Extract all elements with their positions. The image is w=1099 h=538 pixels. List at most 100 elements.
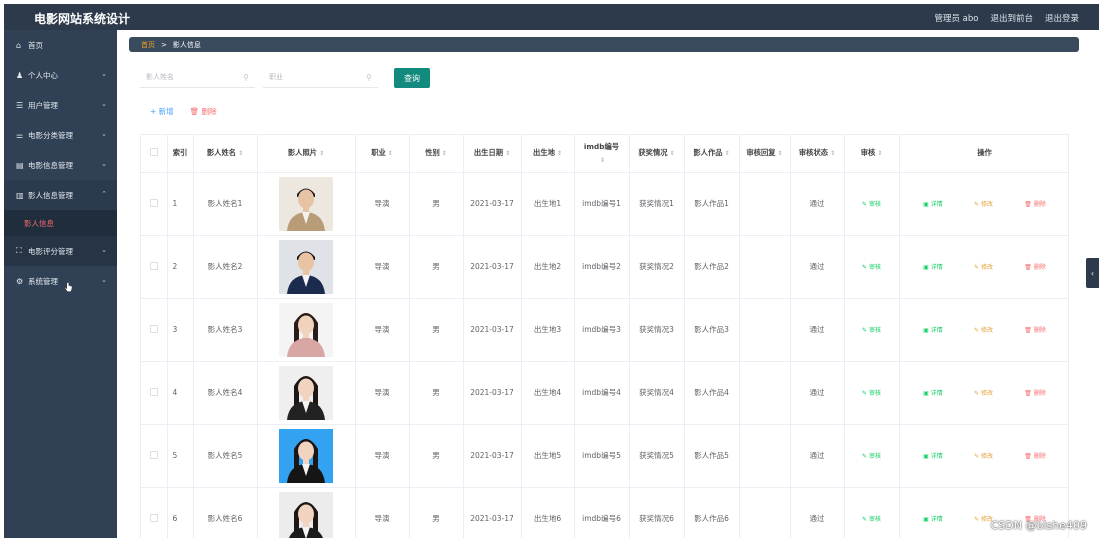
sort-icon[interactable]: ⇕ (319, 150, 324, 157)
delete-button[interactable]: 🗑 删除 (1024, 451, 1046, 460)
sidebar-item-person-info-management[interactable]: ▥ 影人信息管理 ⌃ (4, 180, 117, 210)
job-input[interactable] (263, 68, 378, 87)
cell-audit-reply (739, 424, 791, 488)
sidebar-item-home[interactable]: ⌂ 首页 (4, 30, 117, 60)
col-header-job[interactable]: 职业 ⇕ (355, 135, 410, 173)
sidebar-item-personal-center[interactable]: ♟ 个人中心 ⌄ (4, 60, 117, 90)
top-bar: 电影网站系统设计 管理员 abo 退出到前台 退出登录 (4, 4, 1099, 30)
col-header-imdb[interactable]: imdb编号 ⇕ (574, 135, 630, 173)
action-bar: + 新增 🗑 删除 (150, 106, 217, 117)
sort-icon[interactable]: ⇕ (778, 150, 783, 157)
sidebar-item-label: 首页 (28, 40, 43, 50)
add-button[interactable]: + 新增 (150, 106, 174, 117)
row-checkbox[interactable] (141, 298, 168, 362)
sort-icon[interactable]: ⇕ (557, 150, 562, 157)
cell-award: 获奖情况1 (629, 172, 685, 236)
cell-works: 影人作品5 (684, 424, 740, 488)
sort-icon[interactable]: ⇕ (238, 150, 243, 157)
cell-birth-place: 出生地3 (521, 298, 575, 362)
person-photo (279, 491, 333, 538)
row-checkbox[interactable] (141, 235, 168, 299)
detail-button[interactable]: ▣ 详情 (923, 451, 943, 460)
col-header-works[interactable]: 影人作品 ⇕ (684, 135, 740, 173)
delete-button[interactable]: 🗑 删除 (1024, 199, 1046, 208)
edit-button[interactable]: ✎ 修改 (974, 262, 993, 271)
search-icon: ⚲ (243, 73, 249, 82)
collapse-toggle-button[interactable]: ‹ (1086, 258, 1099, 288)
sidebar-item-system-management[interactable]: ⚙ 系统管理 ⌄ (4, 266, 117, 296)
col-header-photo[interactable]: 影人照片 ⇕ (257, 135, 356, 173)
batch-delete-button[interactable]: 🗑 删除 (190, 106, 217, 117)
search-icon: ⚲ (366, 73, 372, 82)
col-header-award[interactable]: 获奖情况 ⇕ (629, 135, 685, 173)
cell-audit-status: 通过 (790, 298, 845, 362)
detail-button[interactable]: ▣ 详情 (923, 262, 943, 271)
col-header-birth-date[interactable]: 出生日期 ⇕ (463, 135, 522, 173)
sidebar-item-movie-info[interactable]: ▤ 电影信息管理 ⌄ (4, 150, 117, 180)
sort-icon[interactable]: ⇕ (600, 157, 605, 164)
settings-icon: ⚙ (16, 276, 24, 286)
row-checkbox[interactable] (141, 424, 168, 488)
sort-icon[interactable]: ⇕ (505, 150, 510, 157)
col-header-birth-place[interactable]: 出生地 ⇕ (521, 135, 575, 173)
sidebar-item-user-management[interactable]: ☰ 用户管理 ⌄ (4, 90, 117, 120)
col-header-audit-reply[interactable]: 审核回复 ⇕ (739, 135, 791, 173)
col-header-gender[interactable]: 性别 ⇕ (409, 135, 464, 173)
detail-button[interactable]: ▣ 详情 (923, 325, 943, 334)
row-index: 1 (167, 172, 194, 236)
chevron-down-icon: ⌄ (101, 70, 107, 78)
sort-icon[interactable]: ⇕ (830, 150, 835, 157)
person-photo (279, 428, 333, 483)
delete-button[interactable]: 🗑 删除 (1024, 262, 1046, 271)
sort-icon[interactable]: ⇕ (670, 150, 675, 157)
cell-birth-place: 出生地4 (521, 361, 575, 425)
row-checkbox[interactable] (141, 361, 168, 425)
person-name-input[interactable] (140, 68, 255, 87)
detail-button[interactable]: ▣ 详情 (923, 388, 943, 397)
edit-button[interactable]: ✎ 修改 (974, 199, 993, 208)
cell-imdb: imdb编号3 (574, 298, 630, 362)
edit-button[interactable]: ✎ 修改 (974, 388, 993, 397)
row-checkbox[interactable] (141, 172, 168, 236)
row-checkbox[interactable] (141, 487, 168, 538)
edit-button[interactable]: ✎ 修改 (974, 325, 993, 334)
col-header-audit[interactable]: 审核 ⇕ (844, 135, 900, 173)
breadcrumb-home[interactable]: 首页 (141, 40, 155, 50)
cell-gender: 男 (409, 298, 464, 362)
person-photo (279, 302, 333, 357)
detail-button[interactable]: ▣ 详情 (923, 199, 943, 208)
audit-button[interactable]: ✎ 审核 (862, 453, 881, 460)
exit-to-front-link[interactable]: 退出到前台 (990, 12, 1033, 24)
cell-audit-reply (739, 172, 791, 236)
query-button[interactable]: 查询 (394, 68, 430, 88)
table-row: 1 影人姓名1 导演 男 2021-03-17 出生地1 imdb编号1 获奖情… (141, 172, 1068, 236)
sidebar-item-movie-category[interactable]: ⚌ 电影分类管理 ⌄ (4, 120, 117, 150)
audit-button[interactable]: ✎ 审核 (862, 201, 881, 208)
cell-gender: 男 (409, 487, 464, 538)
delete-button[interactable]: 🗑 删除 (1024, 388, 1046, 397)
logout-link[interactable]: 退出登录 (1045, 12, 1079, 24)
col-header-name[interactable]: 影人姓名 ⇕ (193, 135, 258, 173)
delete-button[interactable]: 🗑 删除 (1024, 325, 1046, 334)
select-all-checkbox[interactable] (141, 135, 168, 173)
person-photo (279, 365, 333, 420)
audit-button[interactable]: ✎ 审核 (862, 264, 881, 271)
sidebar-item-movie-rating[interactable]: ⛶ 电影评分管理 ⌄ (4, 236, 117, 266)
detail-button[interactable]: ▣ 详情 (923, 514, 943, 523)
edit-button[interactable]: ✎ 修改 (974, 451, 993, 460)
sidebar-item-label: 影人信息管理 (28, 190, 73, 200)
sort-icon[interactable]: ⇕ (725, 150, 730, 157)
audit-button[interactable]: ✎ 审核 (862, 516, 881, 523)
audit-button[interactable]: ✎ 审核 (862, 390, 881, 397)
cell-job: 导演 (355, 235, 410, 299)
expand-icon: ⛶ (16, 246, 22, 255)
audit-button[interactable]: ✎ 审核 (862, 327, 881, 334)
sort-icon[interactable]: ⇕ (442, 150, 447, 157)
col-header-audit-status[interactable]: 审核状态 ⇕ (790, 135, 845, 173)
sort-icon[interactable]: ⇕ (388, 150, 393, 157)
cell-operations: ▣ 详情 ✎ 修改 🗑 删除 (899, 361, 1068, 425)
sidebar-subitem-person-info[interactable]: 影人信息 (4, 210, 117, 236)
person-photo (279, 176, 333, 231)
sort-icon[interactable]: ⇕ (877, 150, 882, 157)
data-table: 索引 影人姓名 ⇕ 影人照片 ⇕ 职业 ⇕ 性别 ⇕ 出生日期 ⇕ 出生地 ⇕ imdb编号… (140, 134, 1069, 538)
